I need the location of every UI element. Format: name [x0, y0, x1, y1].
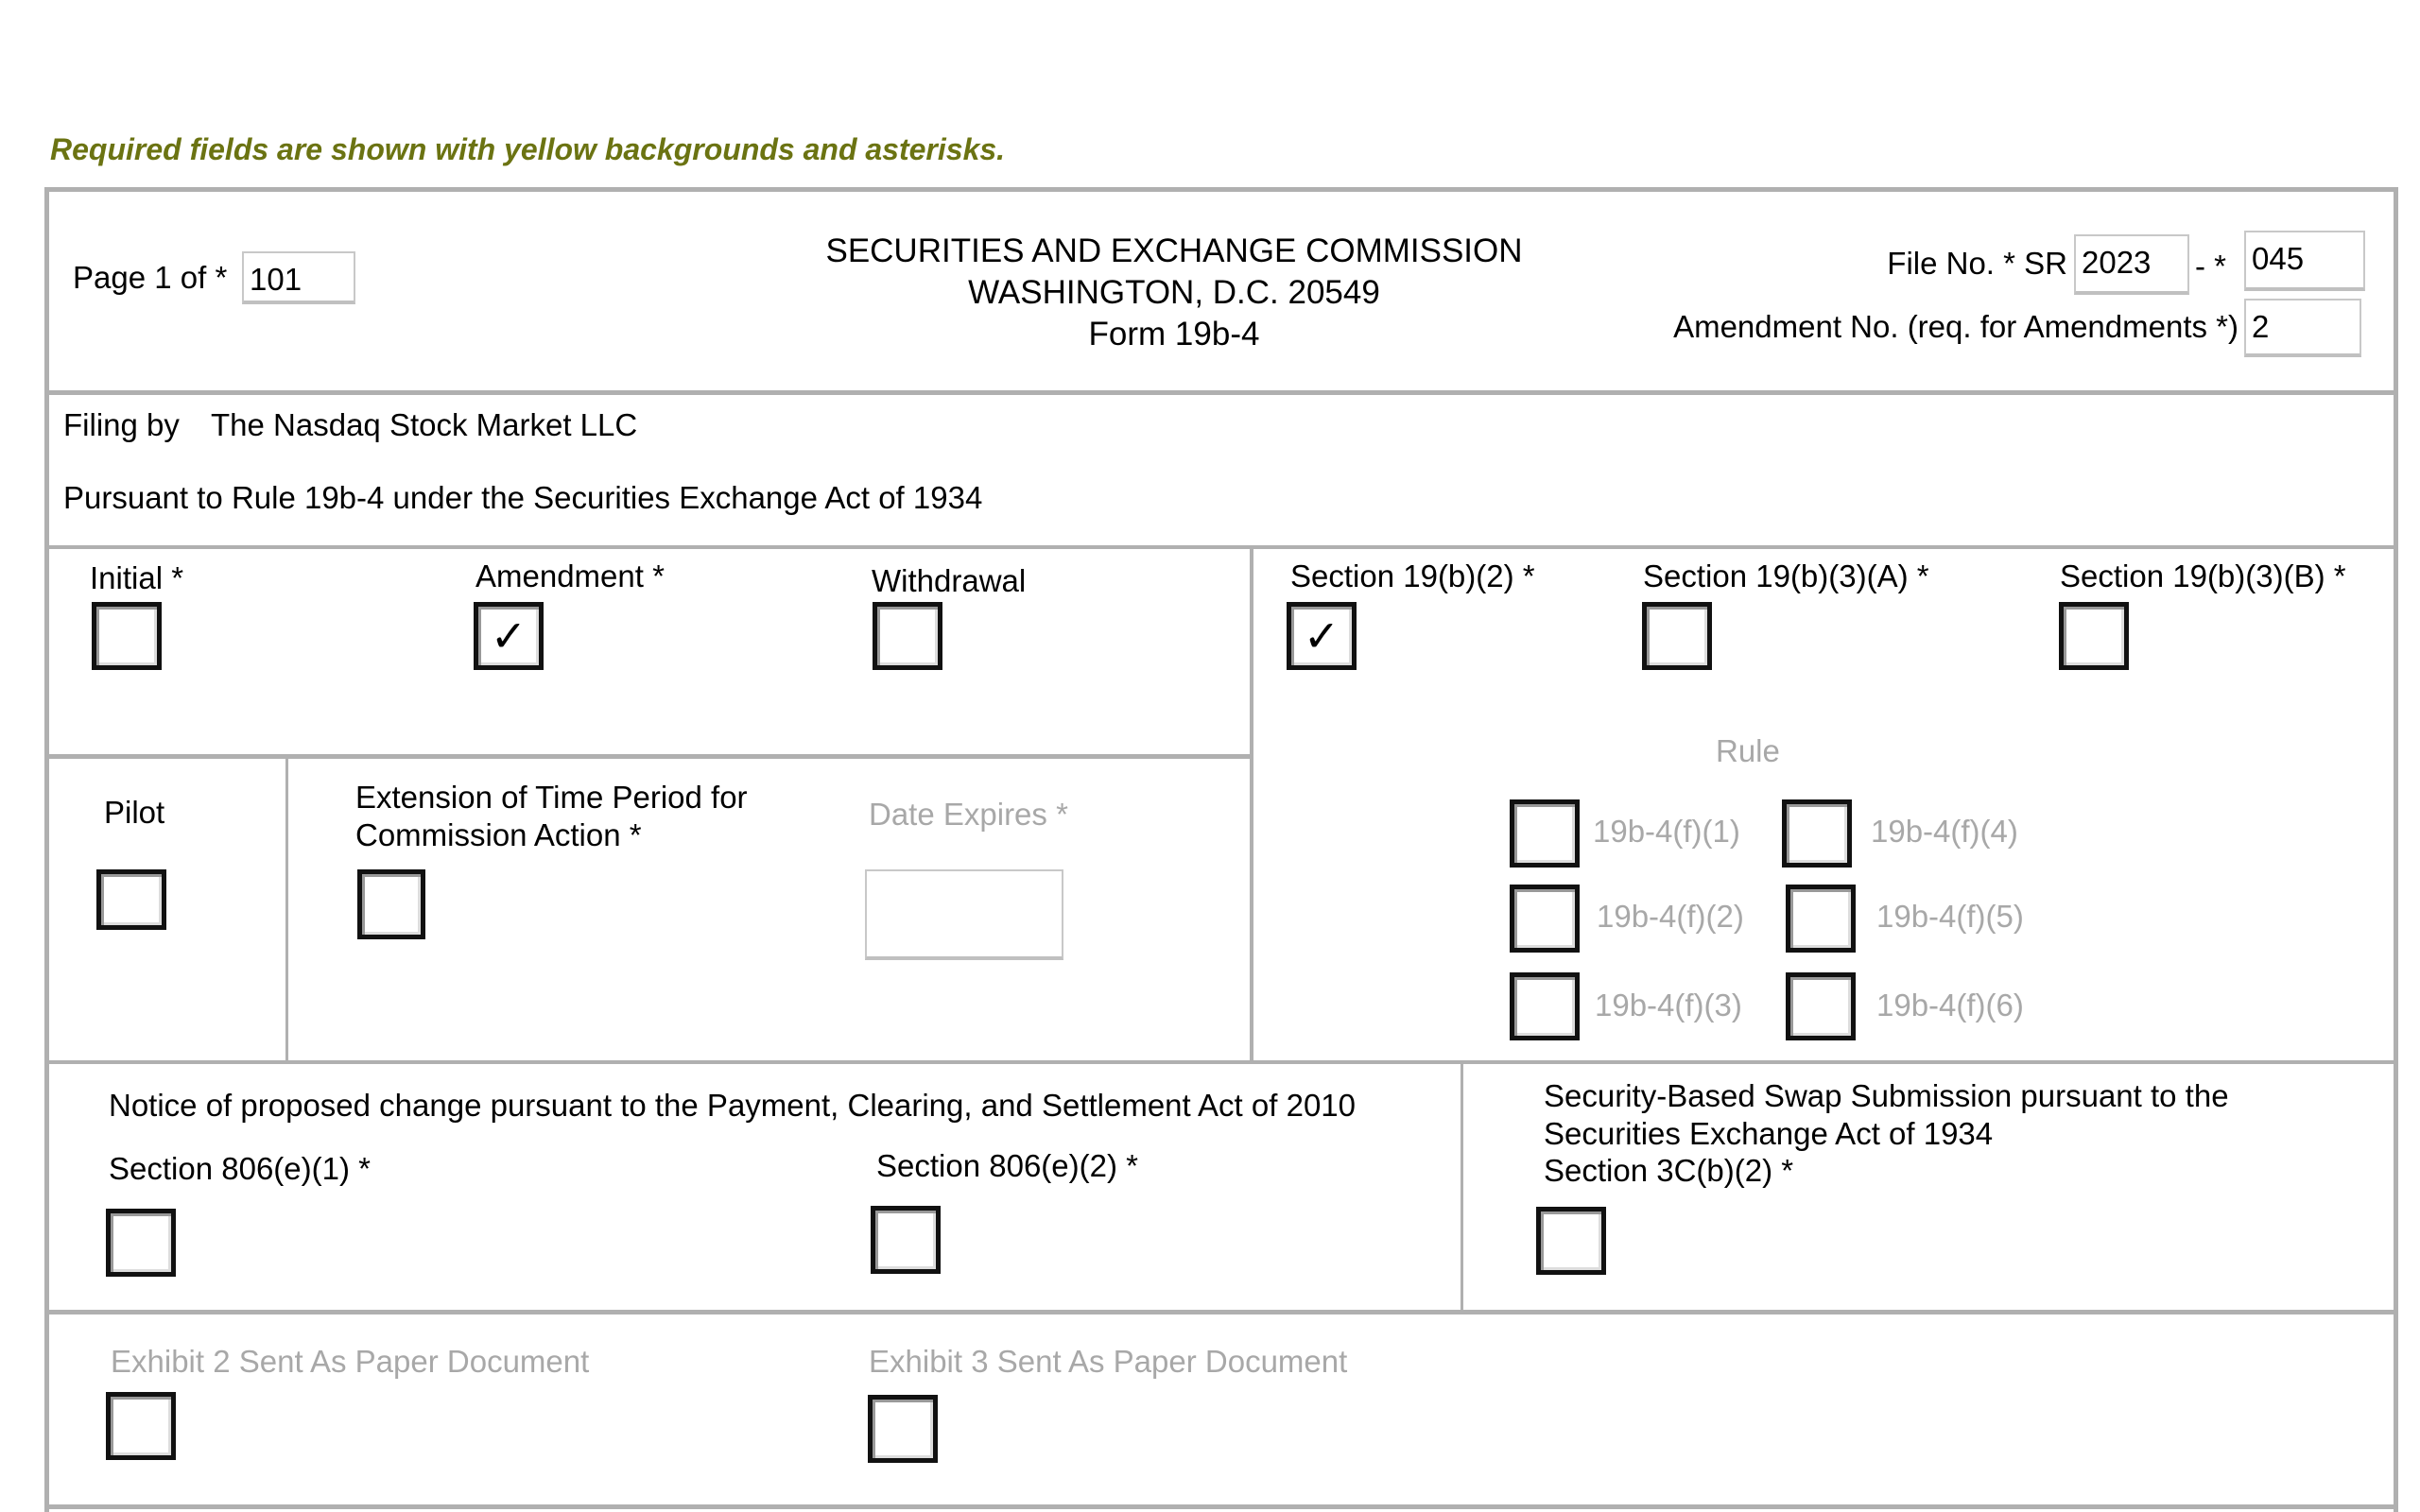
- filer-name: The Nasdaq Stock Market LLC: [211, 407, 638, 442]
- title-line: WASHINGTON, D.C. 20549: [968, 273, 1380, 311]
- section-19b3a-checkbox[interactable]: [1642, 602, 1712, 670]
- rule-f5-label: 19b-4(f)(5): [1876, 899, 2024, 934]
- rule-f4-label: 19b-4(f)(4): [1871, 814, 2018, 849]
- divider: [1461, 1060, 1463, 1312]
- extension-label: Extension of Time Period for Commission …: [355, 779, 748, 853]
- initial-label: Initial *: [90, 560, 184, 595]
- date-expires-label: Date Expires *: [869, 797, 1068, 832]
- divider: [285, 754, 288, 1062]
- file-no-number-input[interactable]: 045: [2244, 231, 2365, 291]
- date-expires-input[interactable]: [865, 869, 1063, 960]
- divider: [44, 1310, 2398, 1314]
- rule-f6-checkbox[interactable]: [1786, 972, 1856, 1040]
- section-806e1-checkbox[interactable]: [106, 1209, 176, 1277]
- divider: [44, 390, 2398, 395]
- rule-f4-checkbox[interactable]: [1782, 799, 1852, 868]
- file-no-label: File No. * SR: [1887, 246, 2067, 281]
- rule-f2-checkbox[interactable]: [1510, 885, 1580, 953]
- swap-label-line: Section 3C(b)(2) *: [1544, 1153, 1794, 1189]
- rule-f3-checkbox[interactable]: [1510, 972, 1580, 1040]
- amendment-no-input[interactable]: 2: [2244, 299, 2361, 357]
- pursuant-text: Pursuant to Rule 19b-4 under the Securit…: [63, 480, 983, 515]
- section-19b3b-label: Section 19(b)(3)(B) *: [2060, 558, 2346, 593]
- section-19b3b-checkbox[interactable]: [2059, 602, 2129, 670]
- exhibit-3-checkbox[interactable]: [868, 1395, 938, 1463]
- section-19b2-label: Section 19(b)(2) *: [1290, 558, 1535, 593]
- pcs-notice-text: Notice of proposed change pursuant to th…: [109, 1088, 1357, 1123]
- rule-f6-label: 19b-4(f)(6): [1876, 988, 2024, 1022]
- required-fields-notice: Required fields are shown with yellow ba…: [50, 132, 1006, 166]
- section-19b3a-label: Section 19(b)(3)(A) *: [1643, 558, 1929, 593]
- file-no-year-input[interactable]: 2023: [2074, 234, 2189, 295]
- pilot-label: Pilot: [104, 795, 165, 830]
- swap-label-line: Security-Based Swap Submission pursuant …: [1544, 1078, 2229, 1113]
- amendment-label: Amendment *: [475, 558, 665, 593]
- divider: [1250, 545, 1253, 1062]
- section-806e2-label: Section 806(e)(2) *: [876, 1148, 1138, 1183]
- title-line: Form 19b-4: [1088, 315, 1260, 352]
- divider: [44, 545, 2398, 549]
- extension-label-line: Extension of Time Period for: [355, 780, 748, 815]
- extension-checkbox[interactable]: [357, 869, 425, 939]
- exhibit-3-label: Exhibit 3 Sent As Paper Document: [869, 1344, 1348, 1379]
- rule-f5-checkbox[interactable]: [1786, 885, 1856, 953]
- form-title: SECURITIES AND EXCHANGE COMMISSION WASHI…: [701, 231, 1647, 354]
- exhibit-2-label: Exhibit 2 Sent As Paper Document: [111, 1344, 590, 1379]
- section-806e2-checkbox[interactable]: [871, 1206, 941, 1274]
- section-3cb2-checkbox[interactable]: [1536, 1207, 1606, 1275]
- rule-f1-label: 19b-4(f)(1): [1593, 814, 1740, 849]
- swap-submission-label: Security-Based Swap Submission pursuant …: [1544, 1077, 2229, 1190]
- rule-f3-label: 19b-4(f)(3): [1595, 988, 1742, 1022]
- amendment-no-label: Amendment No. (req. for Amendments *): [1673, 309, 2238, 344]
- swap-label-line: Securities Exchange Act of 1934: [1544, 1115, 1994, 1151]
- section-806e1-label: Section 806(e)(1) *: [109, 1151, 371, 1186]
- withdrawal-checkbox[interactable]: [873, 602, 942, 670]
- title-line: SECURITIES AND EXCHANGE COMMISSION: [825, 232, 1523, 269]
- rule-f1-checkbox[interactable]: [1510, 799, 1580, 868]
- divider: [44, 1060, 2398, 1064]
- withdrawal-label: Withdrawal: [872, 563, 1027, 598]
- divider: [44, 1504, 2398, 1509]
- divider: [44, 754, 1252, 759]
- file-no-separator: - *: [2195, 249, 2226, 284]
- form-border-top: [44, 187, 2398, 192]
- section-19b2-checkbox[interactable]: ✓: [1287, 602, 1357, 670]
- rule-label: Rule: [1716, 733, 1780, 768]
- exhibit-2-checkbox[interactable]: [106, 1392, 176, 1460]
- page-total-input[interactable]: 101: [242, 251, 355, 304]
- pilot-checkbox[interactable]: [96, 869, 166, 930]
- filing-by-label: Filing by: [63, 407, 180, 442]
- amendment-checkbox[interactable]: ✓: [474, 602, 544, 670]
- extension-label-line: Commission Action *: [355, 816, 642, 852]
- rule-f2-label: 19b-4(f)(2): [1597, 899, 1744, 934]
- page-label: Page 1 of *: [73, 260, 228, 295]
- initial-checkbox[interactable]: [92, 602, 162, 670]
